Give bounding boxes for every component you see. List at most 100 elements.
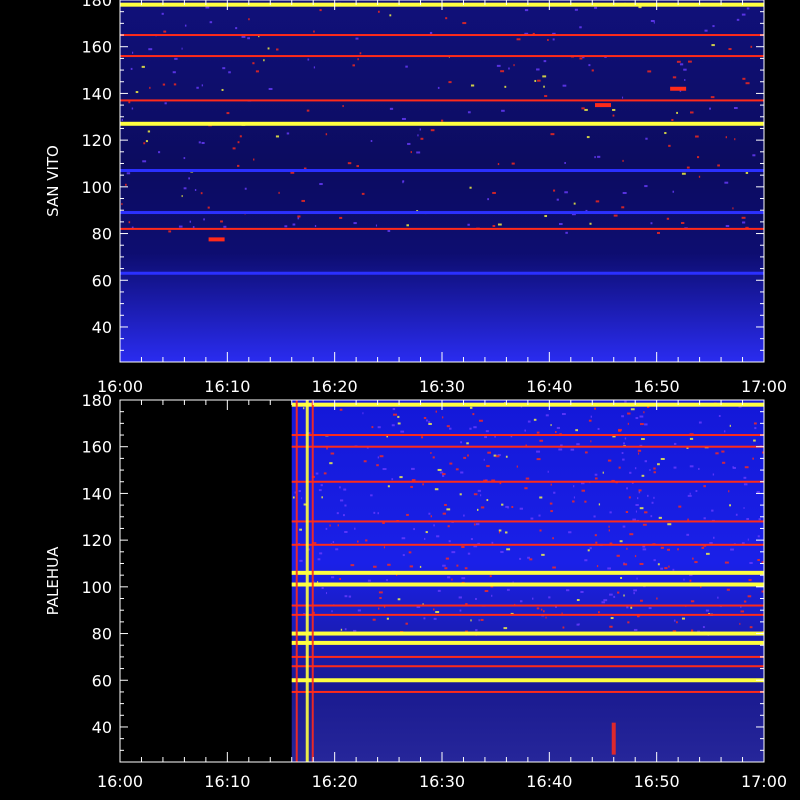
speckle [145, 140, 148, 143]
speckle [500, 70, 505, 73]
speckle [469, 406, 473, 409]
speckle [657, 463, 660, 466]
speckle [698, 467, 700, 470]
speckle [746, 7, 750, 10]
y-axis-label: SAN VITO [44, 145, 62, 217]
burst [595, 103, 611, 108]
burst [611, 722, 616, 755]
speckle [386, 617, 389, 620]
speckle [383, 546, 385, 549]
speckle [651, 501, 654, 504]
speckle [382, 468, 387, 471]
x-tick-label: 16:50 [634, 377, 680, 396]
speckle [740, 610, 745, 613]
speckle [644, 423, 648, 426]
speckle [597, 155, 601, 158]
frequency-band [291, 690, 764, 693]
speckle [267, 47, 270, 50]
speckle [470, 619, 472, 622]
speckle [448, 427, 452, 430]
speckle [633, 628, 638, 631]
x-tick-label: 16:40 [526, 772, 572, 791]
speckle [268, 87, 273, 90]
speckle [445, 17, 448, 20]
speckle [539, 529, 542, 532]
speckle [672, 190, 675, 193]
speckle [702, 626, 705, 629]
x-tick-label: 16:30 [419, 377, 465, 396]
speckle [459, 493, 462, 496]
speckle [718, 414, 721, 417]
speckle [562, 626, 565, 629]
speckle [181, 195, 183, 198]
speckle [399, 476, 403, 479]
speckle [690, 600, 695, 603]
speckle [704, 29, 708, 32]
speckle [689, 492, 691, 495]
speckle [148, 48, 153, 51]
speckle [487, 198, 490, 201]
speckle [344, 628, 347, 631]
speckle [683, 68, 687, 71]
speckle [736, 18, 740, 21]
speckle [537, 79, 541, 82]
speckle [406, 513, 409, 516]
frequency-band [120, 271, 764, 275]
frequency-band [120, 99, 764, 102]
speckle [739, 622, 741, 625]
speckle [547, 38, 549, 41]
speckle [220, 220, 223, 223]
speckle [290, 171, 295, 174]
speckle [357, 58, 359, 61]
speckle [475, 629, 478, 632]
speckle [173, 83, 177, 86]
speckle [430, 451, 432, 454]
speckle [331, 576, 335, 579]
speckle [676, 60, 681, 63]
speckle [435, 410, 437, 413]
speckle [573, 496, 576, 499]
speckle [397, 598, 401, 601]
speckle [362, 412, 364, 415]
speckle [498, 529, 502, 532]
speckle [622, 458, 625, 461]
frequency-band [120, 55, 764, 58]
frequency-band [120, 168, 764, 172]
speckle [728, 48, 732, 51]
speckle [263, 59, 265, 62]
speckle [552, 38, 555, 41]
speckle [660, 546, 664, 549]
speckle [511, 506, 514, 509]
speckle [742, 221, 746, 224]
speckle [610, 617, 614, 620]
speckle [647, 70, 652, 73]
speckle [594, 534, 597, 537]
speckle [447, 576, 451, 579]
speckle [389, 14, 392, 17]
speckle [491, 541, 494, 544]
speckle [595, 541, 598, 544]
speckle [579, 57, 583, 60]
speckle [667, 523, 672, 526]
speckle [339, 486, 341, 489]
speckle [640, 423, 644, 426]
speckle [743, 507, 745, 510]
speckle [337, 524, 339, 527]
speckle [657, 563, 660, 566]
speckle [728, 490, 730, 493]
speckle [486, 465, 490, 468]
speckle [432, 456, 435, 459]
speckle [564, 161, 566, 164]
speckle [292, 223, 296, 226]
y-tick-label: 80 [92, 625, 112, 644]
speckle [525, 477, 530, 480]
frequency-band [291, 655, 764, 658]
speckle [591, 69, 594, 72]
speckle [622, 525, 626, 528]
speckle [135, 91, 139, 94]
y-tick-label: 40 [92, 318, 112, 337]
speckle [584, 500, 587, 503]
speckle [467, 111, 471, 114]
speckle [237, 141, 240, 144]
speckle [487, 451, 492, 454]
